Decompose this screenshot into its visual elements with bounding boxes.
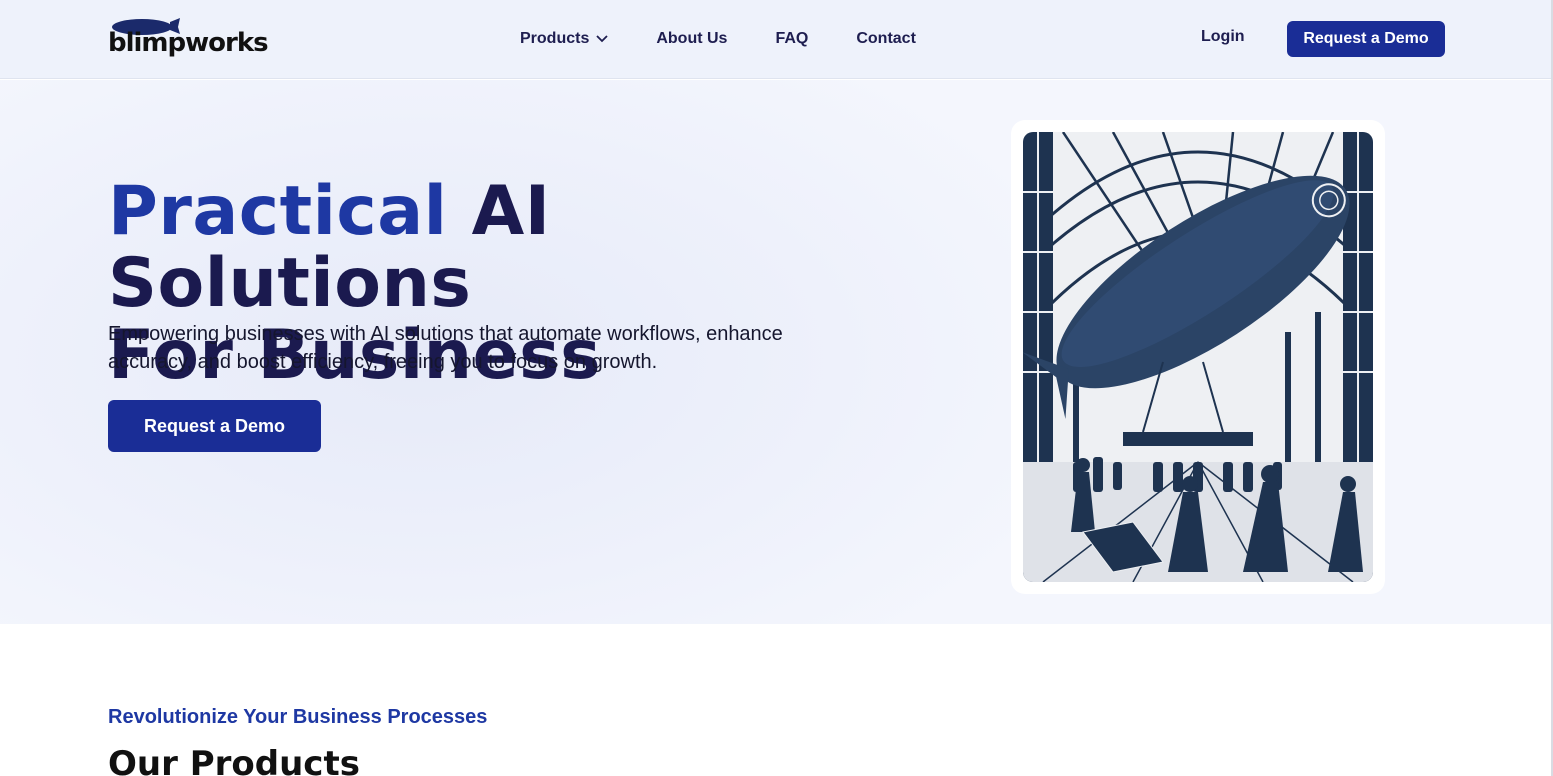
main-nav: Products About Us FAQ Contact bbox=[520, 28, 964, 50]
site-header: blimpworks Products About Us FAQ Contact… bbox=[0, 0, 1553, 79]
hero-request-demo-button[interactable]: Request a Demo bbox=[108, 400, 321, 452]
nav-products[interactable]: Products bbox=[520, 30, 608, 48]
products-title: Our Products bbox=[108, 744, 360, 776]
nav-faq[interactable]: FAQ bbox=[775, 30, 808, 48]
brand-logo[interactable]: blimpworks bbox=[108, 16, 269, 62]
products-kicker: Revolutionize Your Business Processes bbox=[108, 706, 488, 728]
nav-contact[interactable]: Contact bbox=[856, 30, 916, 48]
nav-faq-label: FAQ bbox=[775, 30, 809, 47]
chevron-down-icon bbox=[596, 35, 608, 43]
hero-image-card bbox=[1011, 120, 1385, 594]
hero-subtitle: Empowering businesses with AI solutions … bbox=[108, 323, 783, 373]
nav-about-us-label: About Us bbox=[656, 30, 728, 47]
header-request-demo-button[interactable]: Request a Demo bbox=[1287, 21, 1445, 57]
hero-section: Practical AI Solutions For Business Empo… bbox=[0, 80, 1553, 624]
blimp-hangar-illustration bbox=[1023, 132, 1373, 582]
logo-wordmark: blimpworks bbox=[108, 28, 269, 58]
nav-contact-label: Contact bbox=[856, 30, 916, 47]
nav-about-us[interactable]: About Us bbox=[656, 30, 727, 48]
login-link[interactable]: Login bbox=[1201, 28, 1245, 46]
nav-products-label: Products bbox=[520, 30, 590, 47]
hero-title-accent: Practical bbox=[108, 172, 448, 251]
